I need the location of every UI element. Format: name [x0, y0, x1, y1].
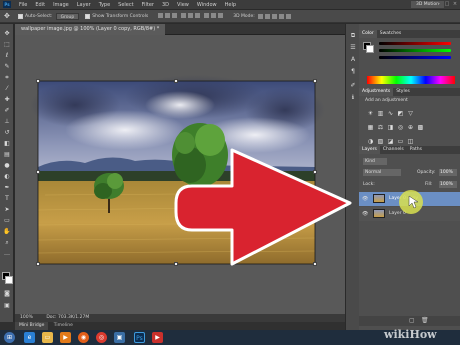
start-button-icon[interactable]: ⊞ — [4, 332, 15, 343]
watermark-how: How — [409, 328, 437, 341]
media-app-icon[interactable]: ▶ — [152, 332, 163, 343]
firefox-icon[interactable]: ◉ — [78, 332, 89, 343]
photoshop-icon[interactable]: Ps — [134, 332, 145, 343]
ie-icon[interactable]: e — [24, 332, 35, 343]
red-arrow-overlay — [174, 148, 423, 266]
watermark: wikiHow — [384, 328, 437, 341]
watermark-wiki: wiki — [384, 328, 410, 341]
red-arrow — [174, 148, 352, 266]
media-icon[interactable]: ▶ — [60, 332, 71, 343]
folder-icon[interactable]: ▭ — [42, 332, 53, 343]
chrome-icon[interactable]: ◎ — [96, 332, 107, 343]
app-icon[interactable]: ▣ — [114, 332, 125, 343]
